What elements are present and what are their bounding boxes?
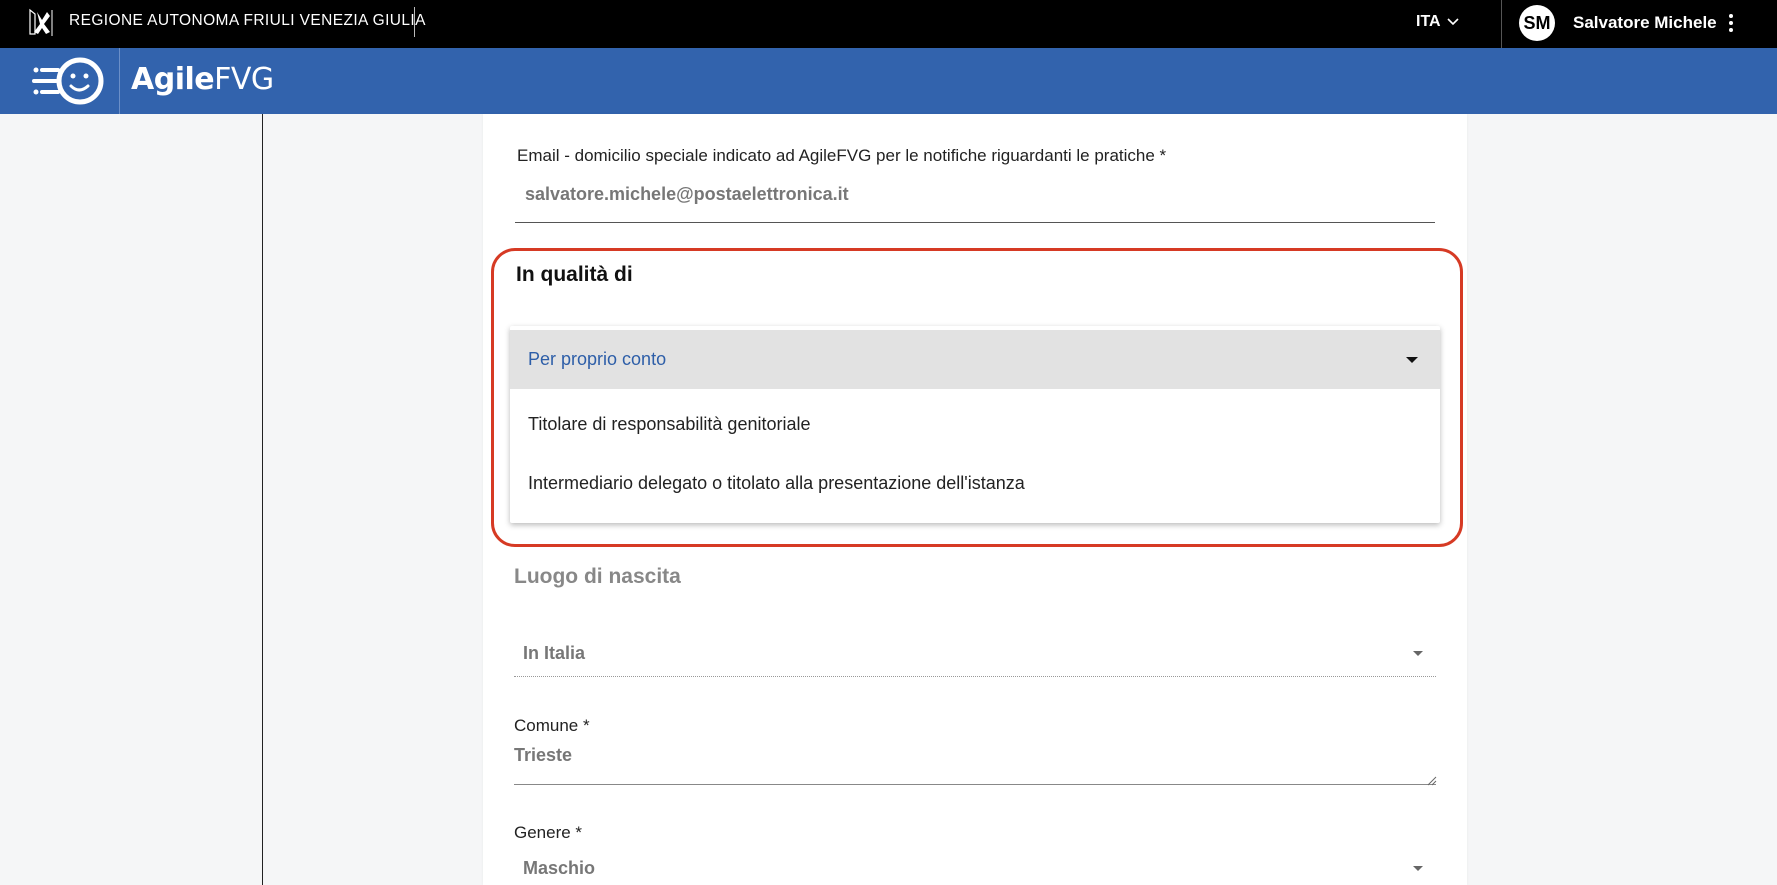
app-header: AgileFVG: [0, 48, 1777, 114]
genere-select[interactable]: Maschio: [523, 858, 595, 879]
agilefvg-logo-icon[interactable]: [28, 54, 108, 108]
avatar[interactable]: SM: [1519, 5, 1555, 41]
user-name[interactable]: Salvatore Michele: [1573, 13, 1717, 33]
divider: [414, 7, 415, 37]
comune-underline: [514, 784, 1436, 785]
luogo-nascita-select[interactable]: In Italia: [523, 643, 585, 664]
option-label: Intermediario delegato o titolato alla p…: [528, 473, 1025, 493]
sidebar-divider: [262, 114, 263, 885]
qualita-title: In qualità di: [516, 263, 633, 286]
option-intermediario-delegato[interactable]: Intermediario delegato o titolato alla p…: [510, 454, 1440, 513]
option-titolare-responsabilita[interactable]: Titolare di responsabilità genitoriale: [510, 395, 1440, 454]
luogo-underline: [514, 676, 1436, 677]
genere-label: Genere *: [514, 823, 583, 842]
language-label: ITA: [1416, 13, 1441, 30]
comune-field[interactable]: Trieste: [514, 745, 572, 766]
divider: [1501, 0, 1502, 48]
resize-handle-icon[interactable]: [1427, 776, 1437, 786]
dropdown-arrow-icon[interactable]: [1413, 866, 1423, 871]
email-field[interactable]: salvatore.michele@postaelettronica.it: [525, 184, 849, 205]
qualita-dropdown-menu[interactable]: Per proprio conto Titolare di responsabi…: [510, 326, 1440, 523]
chevron-down-icon: [1447, 18, 1459, 26]
email-underline: [515, 222, 1435, 223]
divider: [119, 48, 120, 114]
region-name[interactable]: REGIONE AUTONOMA FRIULI VENEZIA GIULIA: [69, 12, 426, 30]
email-label: Email - domicilio speciale indicato ad A…: [517, 146, 1167, 165]
option-label: Per proprio conto: [528, 349, 667, 369]
region-topbar: REGIONE AUTONOMA FRIULI VENEZIA GIULIA I…: [0, 0, 1777, 48]
option-label: Titolare di responsabilità genitoriale: [528, 414, 811, 434]
language-selector[interactable]: ITA: [1416, 13, 1459, 31]
option-per-proprio-conto[interactable]: Per proprio conto: [510, 330, 1440, 389]
luogo-nascita-title: Luogo di nascita: [514, 565, 681, 588]
dropdown-arrow-icon[interactable]: [1413, 651, 1423, 656]
app-title-light: FVG: [214, 62, 274, 97]
app-title[interactable]: AgileFVG: [131, 62, 274, 97]
more-vert-icon[interactable]: [1724, 12, 1738, 36]
comune-label: Comune *: [514, 716, 590, 735]
app-title-bold: Agile: [131, 62, 215, 97]
dropdown-arrow-icon[interactable]: [1406, 357, 1418, 363]
region-eagle-logo-icon: [29, 8, 53, 36]
